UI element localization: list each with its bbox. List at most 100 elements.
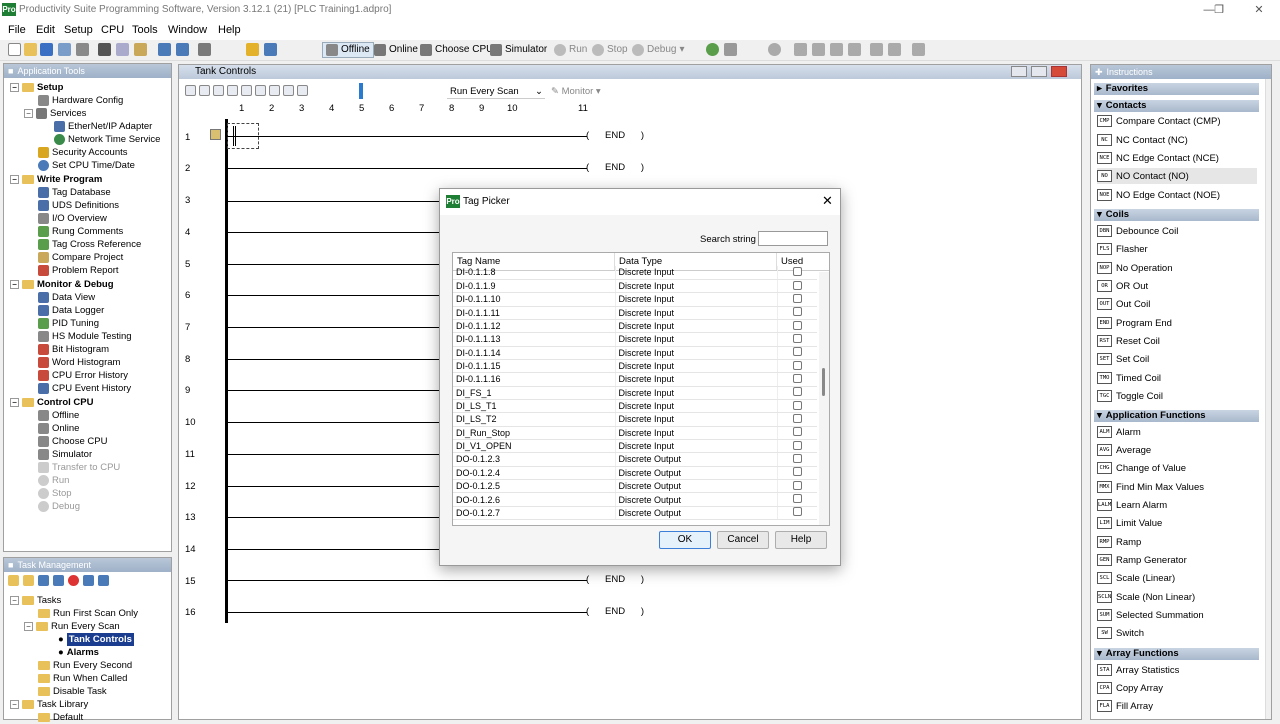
instr-no-contact[interactable]: NO NO Contact (NO) (1097, 168, 1257, 184)
tree-tasks[interactable]: − Tasks (10, 594, 61, 607)
view-icon[interactable] (269, 85, 280, 96)
collapse-icon[interactable]: − (10, 280, 19, 289)
table-row[interactable]: DI-0.1.1.11 Discrete Input (453, 306, 817, 320)
tree-tag-cross-reference[interactable]: Tag Cross Reference (38, 238, 141, 251)
tree-setup[interactable]: − Setup (10, 81, 63, 94)
used-checkbox[interactable] (792, 507, 802, 517)
copy-task-icon[interactable] (83, 575, 94, 586)
edit-task-icon[interactable] (38, 575, 49, 586)
gray-circle-icon[interactable] (768, 43, 781, 56)
used-checkbox[interactable] (792, 440, 802, 450)
cut-icon[interactable] (98, 43, 111, 56)
gear-icon[interactable] (794, 43, 807, 56)
network-icon[interactable] (264, 43, 277, 56)
instr-scale-linear[interactable]: SCL Scale (Linear) (1097, 570, 1175, 586)
menu-tools[interactable]: Tools (132, 24, 158, 36)
tree-run-every-scan[interactable]: − Run Every Scan (24, 620, 120, 633)
table-row[interactable]: DI_Run_Stop Discrete Input (453, 426, 817, 440)
view-icon[interactable] (199, 85, 210, 96)
tree-io-overview[interactable]: I/O Overview (38, 212, 107, 225)
tools-icon[interactable] (198, 43, 211, 56)
instr-limit-value[interactable]: LIM Limit Value (1097, 515, 1162, 531)
view-icon[interactable] (213, 85, 224, 96)
maximize-icon[interactable]: ❐ (1208, 2, 1230, 18)
move-task-icon[interactable] (98, 575, 109, 586)
lock-icon[interactable] (246, 43, 259, 56)
instr-selected-summation[interactable]: SUM Selected Summation (1097, 607, 1204, 623)
open-folder-icon[interactable] (24, 43, 37, 56)
menu-file[interactable]: File (8, 24, 26, 36)
offline-button[interactable]: Offline (322, 42, 374, 58)
online-button[interactable]: Online (374, 42, 418, 58)
chat-icon[interactable] (724, 43, 737, 56)
paste-icon[interactable] (134, 43, 147, 56)
table-row[interactable]: DI-0.1.1.14 Discrete Input (453, 346, 817, 360)
tree-simulator[interactable]: Simulator (38, 448, 92, 461)
search-input[interactable] (758, 231, 828, 246)
used-checkbox[interactable] (792, 494, 802, 504)
tree-hardware-config[interactable]: Hardware Config (38, 94, 123, 107)
tree-run[interactable]: Run (38, 474, 69, 487)
used-checkbox[interactable] (792, 387, 802, 397)
table-row[interactable]: DI-0.1.1.8 Discrete Input (453, 266, 817, 280)
tree-cpu-error-history[interactable]: CPU Error History (38, 369, 128, 382)
table-row[interactable]: DO-0.1.2.5 Discrete Output (453, 479, 817, 494)
collapse-icon[interactable]: − (10, 700, 19, 709)
table-row[interactable]: DI_LS_T2 Discrete Input (453, 412, 817, 427)
tree-online[interactable]: Online (38, 422, 79, 435)
menu-window[interactable]: Window (168, 24, 207, 36)
instr-learn-alarm[interactable]: LALM Learn Alarm (1097, 497, 1167, 513)
save-as-icon[interactable] (58, 43, 71, 56)
tree-uds-definitions[interactable]: UDS Definitions (38, 199, 119, 212)
redo-icon[interactable] (176, 43, 189, 56)
used-checkbox[interactable] (792, 307, 802, 317)
instr-flasher[interactable]: FLS Flasher (1097, 241, 1148, 257)
coils-section[interactable]: ▾ Coils (1094, 209, 1259, 221)
tree-ethernet-ip-adapter[interactable]: EtherNet/IP Adapter (54, 120, 152, 133)
ok-button[interactable]: OK (659, 531, 711, 549)
table-row[interactable]: DO-0.1.2.6 Discrete Output (453, 492, 817, 507)
used-checkbox[interactable] (792, 347, 802, 357)
tree-pid-tuning[interactable]: PID Tuning (38, 317, 99, 330)
table-row[interactable]: DI_FS_1 Discrete Input (453, 386, 817, 400)
table-row[interactable]: DO-0.1.2.7 Discrete Output (453, 506, 817, 521)
view-icon[interactable] (185, 85, 196, 96)
instr-find-min-max[interactable]: MMX Find Min Max Values (1097, 479, 1204, 495)
instr-program-end[interactable]: END Program End (1097, 315, 1172, 331)
view-icon[interactable] (255, 85, 266, 96)
tree-compare-project[interactable]: Compare Project (38, 251, 123, 264)
view-icon[interactable] (241, 85, 252, 96)
tree-choose-cpu[interactable]: Choose CPU (38, 435, 107, 448)
tree-set-cpu-time[interactable]: Set CPU Time/Date (38, 159, 135, 172)
close-icon[interactable] (1051, 66, 1067, 77)
text-icon[interactable] (227, 85, 238, 96)
used-checkbox[interactable] (792, 373, 802, 383)
instr-timed-coil[interactable]: TMO Timed Coil (1097, 370, 1161, 386)
tree-run-first-scan[interactable]: Run First Scan Only (38, 607, 138, 620)
tree-problem-report[interactable]: Problem Report (38, 264, 119, 277)
print-icon[interactable] (76, 43, 89, 56)
instr-no-edge-contact[interactable]: NOE NO Edge Contact (NOE) (1097, 187, 1220, 203)
end-coil[interactable]: ( END ) (586, 574, 644, 585)
instr-scale-nonlinear[interactable]: SCLN Scale (Non Linear) (1097, 589, 1195, 605)
menu-help[interactable]: Help (218, 24, 241, 36)
zoom-slider[interactable] (359, 83, 363, 99)
instr-toggle-coil[interactable]: TGC Toggle Coil (1097, 388, 1163, 404)
wrench-icon[interactable] (870, 43, 883, 56)
table-row[interactable]: DI-0.1.1.12 Discrete Input (453, 319, 817, 334)
restore-icon[interactable] (1031, 66, 1047, 77)
close-icon[interactable]: ✕ (1248, 2, 1270, 18)
contacts-section[interactable]: ▾ Contacts (1094, 100, 1259, 112)
used-checkbox[interactable] (792, 400, 802, 410)
end-coil[interactable]: ( END ) (586, 130, 644, 141)
new-task-icon[interactable] (8, 575, 19, 586)
used-checkbox[interactable] (792, 480, 802, 490)
tree-debug[interactable]: Debug (38, 500, 80, 513)
cancel-button[interactable]: Cancel (717, 531, 769, 549)
table-row[interactable]: DO-0.1.2.3 Discrete Output (453, 452, 817, 467)
simulator-button[interactable]: Simulator (490, 42, 547, 58)
gear-icon[interactable] (848, 43, 861, 56)
tree-offline[interactable]: Offline (38, 409, 79, 422)
new-folder-icon[interactable] (23, 575, 34, 586)
tree-write-program[interactable]: − Write Program (10, 173, 102, 186)
